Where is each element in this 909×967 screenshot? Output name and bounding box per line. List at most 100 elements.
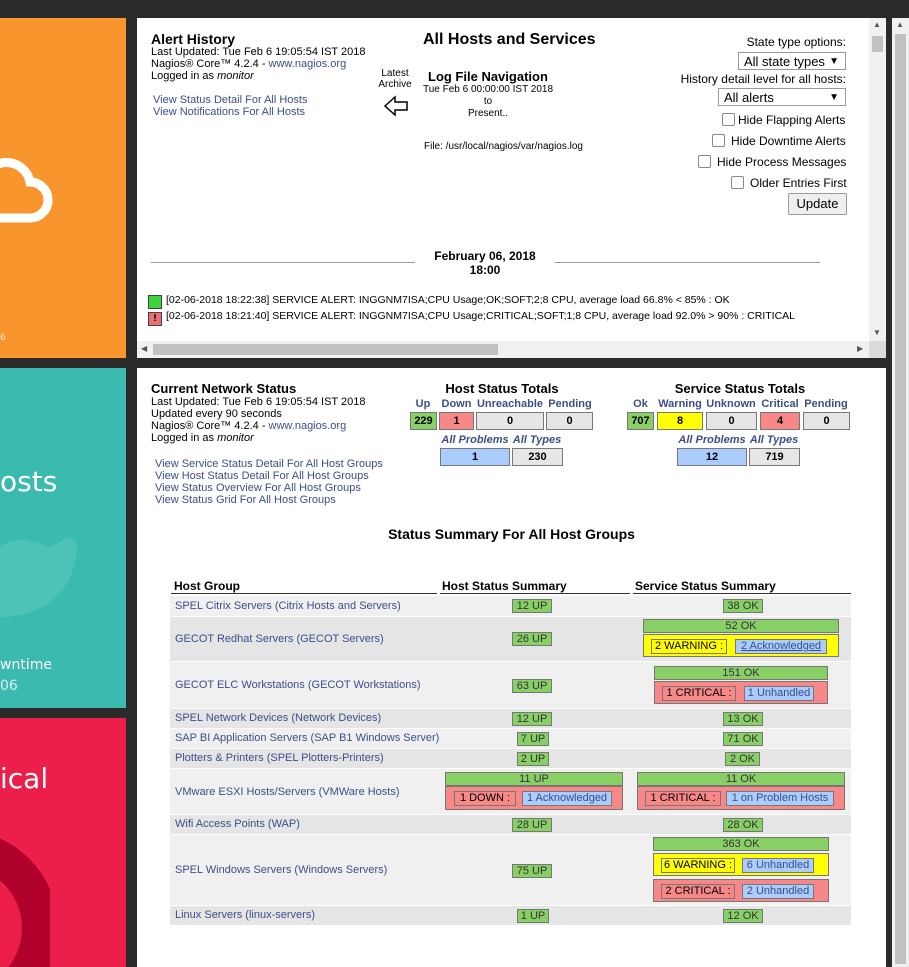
hide-process-checkbox[interactable] — [698, 155, 711, 168]
service-ok-badge[interactable]: 12 OK — [723, 909, 763, 923]
host-up-badge[interactable]: 12 UP — [512, 599, 552, 613]
host-group-link[interactable]: SPEL Windows Servers (Windows Servers) — [175, 864, 387, 876]
host-all-problems-label[interactable]: All Problems — [440, 434, 510, 446]
view-status-detail-link[interactable]: View Status Detail For All Hosts — [153, 94, 307, 106]
service-ok-badge[interactable]: 28 OK — [723, 818, 763, 832]
service-all-types-label[interactable]: All Types — [748, 434, 800, 446]
service-ok-badge[interactable]: 151 OK — [654, 666, 828, 680]
alert-history-updated: Last Updated: Tue Feb 6 19:05:54 IST 201… — [151, 46, 366, 58]
service-ok-badge[interactable]: 52 OK — [643, 619, 839, 633]
host-up-badge[interactable]: 26 UP — [512, 632, 552, 646]
host-group-link[interactable]: SPEL Citrix Servers (Citrix Hosts and Se… — [175, 600, 401, 612]
host-up-label[interactable]: Up — [410, 398, 436, 410]
host-totals-title: Host Status Totals — [445, 381, 559, 396]
alert-history-logged-in: Logged in as monitor — [151, 70, 254, 82]
service-critical-label[interactable]: Critical — [759, 398, 801, 410]
service-ok-badge[interactable]: 2 OK — [725, 752, 760, 766]
dashboard-tile-orange[interactable]: 6 — [0, 18, 126, 358]
host-group-link[interactable]: VMware ESXI Hosts/Servers (VMWare Hosts) — [175, 786, 400, 798]
service-ok-badge[interactable]: 71 OK — [723, 732, 763, 746]
status-overview-link[interactable]: View Status Overview For All Host Groups — [155, 482, 361, 494]
host-all-types-label[interactable]: All Types — [511, 434, 563, 446]
scroll-right-icon[interactable]: ▶ — [857, 344, 863, 353]
service-ok-badge[interactable]: 38 OK — [723, 599, 763, 613]
service-ok-badge[interactable]: 13 OK — [723, 712, 763, 726]
history-detail-value: All alerts — [724, 90, 774, 105]
network-status-panel: Current Network Status Last Updated: Tue… — [137, 368, 886, 967]
service-all-problems-label[interactable]: All Problems — [677, 434, 747, 446]
service-warning-label[interactable]: Warning — [656, 398, 704, 410]
service-ok-label[interactable]: Ok — [627, 398, 654, 410]
host-group-link[interactable]: Linux Servers (linux-servers) — [175, 909, 315, 921]
host-up-badge[interactable]: 2 UP — [517, 752, 549, 766]
service-all-types-count: 719 — [749, 448, 800, 466]
host-group-link[interactable]: GECOT Redhat Servers (GECOT Servers) — [175, 633, 384, 645]
hide-flapping-checkbox[interactable] — [722, 113, 735, 126]
dropdown-arrow-icon: ▼ — [829, 56, 839, 67]
unhandled-link[interactable]: 1 Unhandled — [744, 686, 814, 701]
state-type-select[interactable]: All state types ▼ — [738, 52, 846, 70]
host-down-label: 1 DOWN : — [454, 791, 516, 806]
host-up-badge[interactable]: 1 UP — [517, 909, 549, 923]
host-down-count: 1 — [439, 412, 474, 430]
service-ok-badge[interactable]: 11 OK — [637, 772, 845, 786]
table-row: SAP BI Application Servers (SAP B1 Windo… — [170, 729, 851, 748]
host-group-link[interactable]: SAP BI Application Servers (SAP B1 Windo… — [175, 732, 439, 744]
scroll-left-icon[interactable]: ◀ — [141, 344, 147, 353]
host-up-badge[interactable]: 11 UP — [445, 772, 623, 786]
scroll-up-icon[interactable]: ▲ — [873, 20, 881, 29]
hide-downtime-checkbox[interactable] — [712, 134, 725, 147]
host-up-badge[interactable]: 7 UP — [517, 732, 549, 746]
service-ok-count: 707 — [627, 412, 654, 430]
dashboard-tile-hosts[interactable]: osts wntime 06 — [0, 368, 126, 708]
service-critical-box: 1 CRITICAL : 1 Unhandled — [654, 681, 828, 704]
log-nav-from: Tue Feb 6 00:00:00 IST 2018 — [422, 84, 554, 95]
tile-downtime-label: wntime — [0, 657, 52, 673]
scrollbar-thumb[interactable] — [153, 344, 498, 355]
nagios-website-link[interactable]: www.nagios.org — [269, 420, 347, 432]
host-status-detail-link[interactable]: View Host Status Detail For All Host Gro… — [155, 470, 369, 482]
scrollbar-thumb[interactable] — [895, 34, 906, 964]
vertical-scrollbar[interactable]: ▲ ▼ — [869, 18, 886, 341]
acknowledged-link[interactable]: 2 Acknowledged — [735, 639, 827, 654]
service-pending-label[interactable]: Pending — [803, 398, 849, 410]
problem-hosts-link[interactable]: 1 on Problem Hosts — [726, 791, 834, 806]
status-grid-link[interactable]: View Status Grid For All Host Groups — [155, 494, 336, 506]
unhandled-link[interactable]: 2 Unhandled — [742, 884, 814, 899]
host-group-link[interactable]: Wifi Access Points (WAP) — [175, 818, 300, 830]
host-group-link[interactable]: Plotters & Printers (SPEL Plotters-Print… — [175, 752, 384, 764]
scroll-down-icon[interactable]: ▼ — [873, 328, 881, 337]
latest-archive-label[interactable]: Latest Archive — [375, 68, 415, 90]
horizontal-scrollbar[interactable]: ◀ ▶ — [137, 341, 869, 358]
arrow-left-icon[interactable] — [383, 95, 409, 117]
host-up-badge[interactable]: 63 UP — [512, 679, 552, 693]
history-detail-select[interactable]: All alerts ▼ — [718, 88, 846, 106]
page-vertical-scrollbar[interactable]: ▲ — [892, 18, 909, 967]
nagios-website-link[interactable]: www.nagios.org — [269, 58, 347, 70]
alert-history-panel: Alert History Last Updated: Tue Feb 6 19… — [137, 18, 886, 358]
host-up-badge[interactable]: 28 UP — [512, 818, 552, 832]
host-group-link[interactable]: GECOT ELC Workstations (GECOT Workstatio… — [175, 679, 421, 691]
unhandled-link[interactable]: 6 Unhandled — [742, 858, 814, 873]
host-up-badge[interactable]: 75 UP — [512, 864, 552, 878]
scroll-up-icon[interactable]: ▲ — [896, 20, 904, 29]
scrollbar-thumb[interactable] — [872, 36, 883, 52]
service-status-detail-link[interactable]: View Service Status Detail For All Host … — [155, 458, 383, 470]
service-ok-badge[interactable]: 363 OK — [653, 837, 829, 851]
view-notifications-link[interactable]: View Notifications For All Hosts — [153, 106, 305, 118]
table-row: SPEL Citrix Servers (Citrix Hosts and Se… — [170, 596, 851, 616]
table-row: GECOT Redhat Servers (GECOT Servers) 26 … — [170, 617, 851, 661]
dashboard-tile-critical[interactable]: ical — [0, 718, 126, 967]
host-group-link[interactable]: SPEL Network Devices (Network Devices) — [175, 712, 381, 724]
log-file-path: File: /usr/local/nagios/var/nagios.log — [424, 141, 583, 152]
host-unreachable-label[interactable]: Unreachable — [475, 398, 545, 410]
host-pending-label[interactable]: Pending — [547, 398, 593, 410]
update-button[interactable]: Update — [788, 193, 847, 215]
host-up-badge[interactable]: 12 UP — [512, 712, 552, 726]
header-underline — [440, 593, 630, 594]
host-down-label[interactable]: Down — [439, 398, 474, 410]
service-unknown-label[interactable]: Unknown — [705, 398, 757, 410]
acknowledged-link[interactable]: 1 Acknowledged — [522, 791, 612, 806]
page-title: All Hosts and Services — [423, 31, 596, 48]
older-first-checkbox[interactable] — [731, 176, 744, 189]
